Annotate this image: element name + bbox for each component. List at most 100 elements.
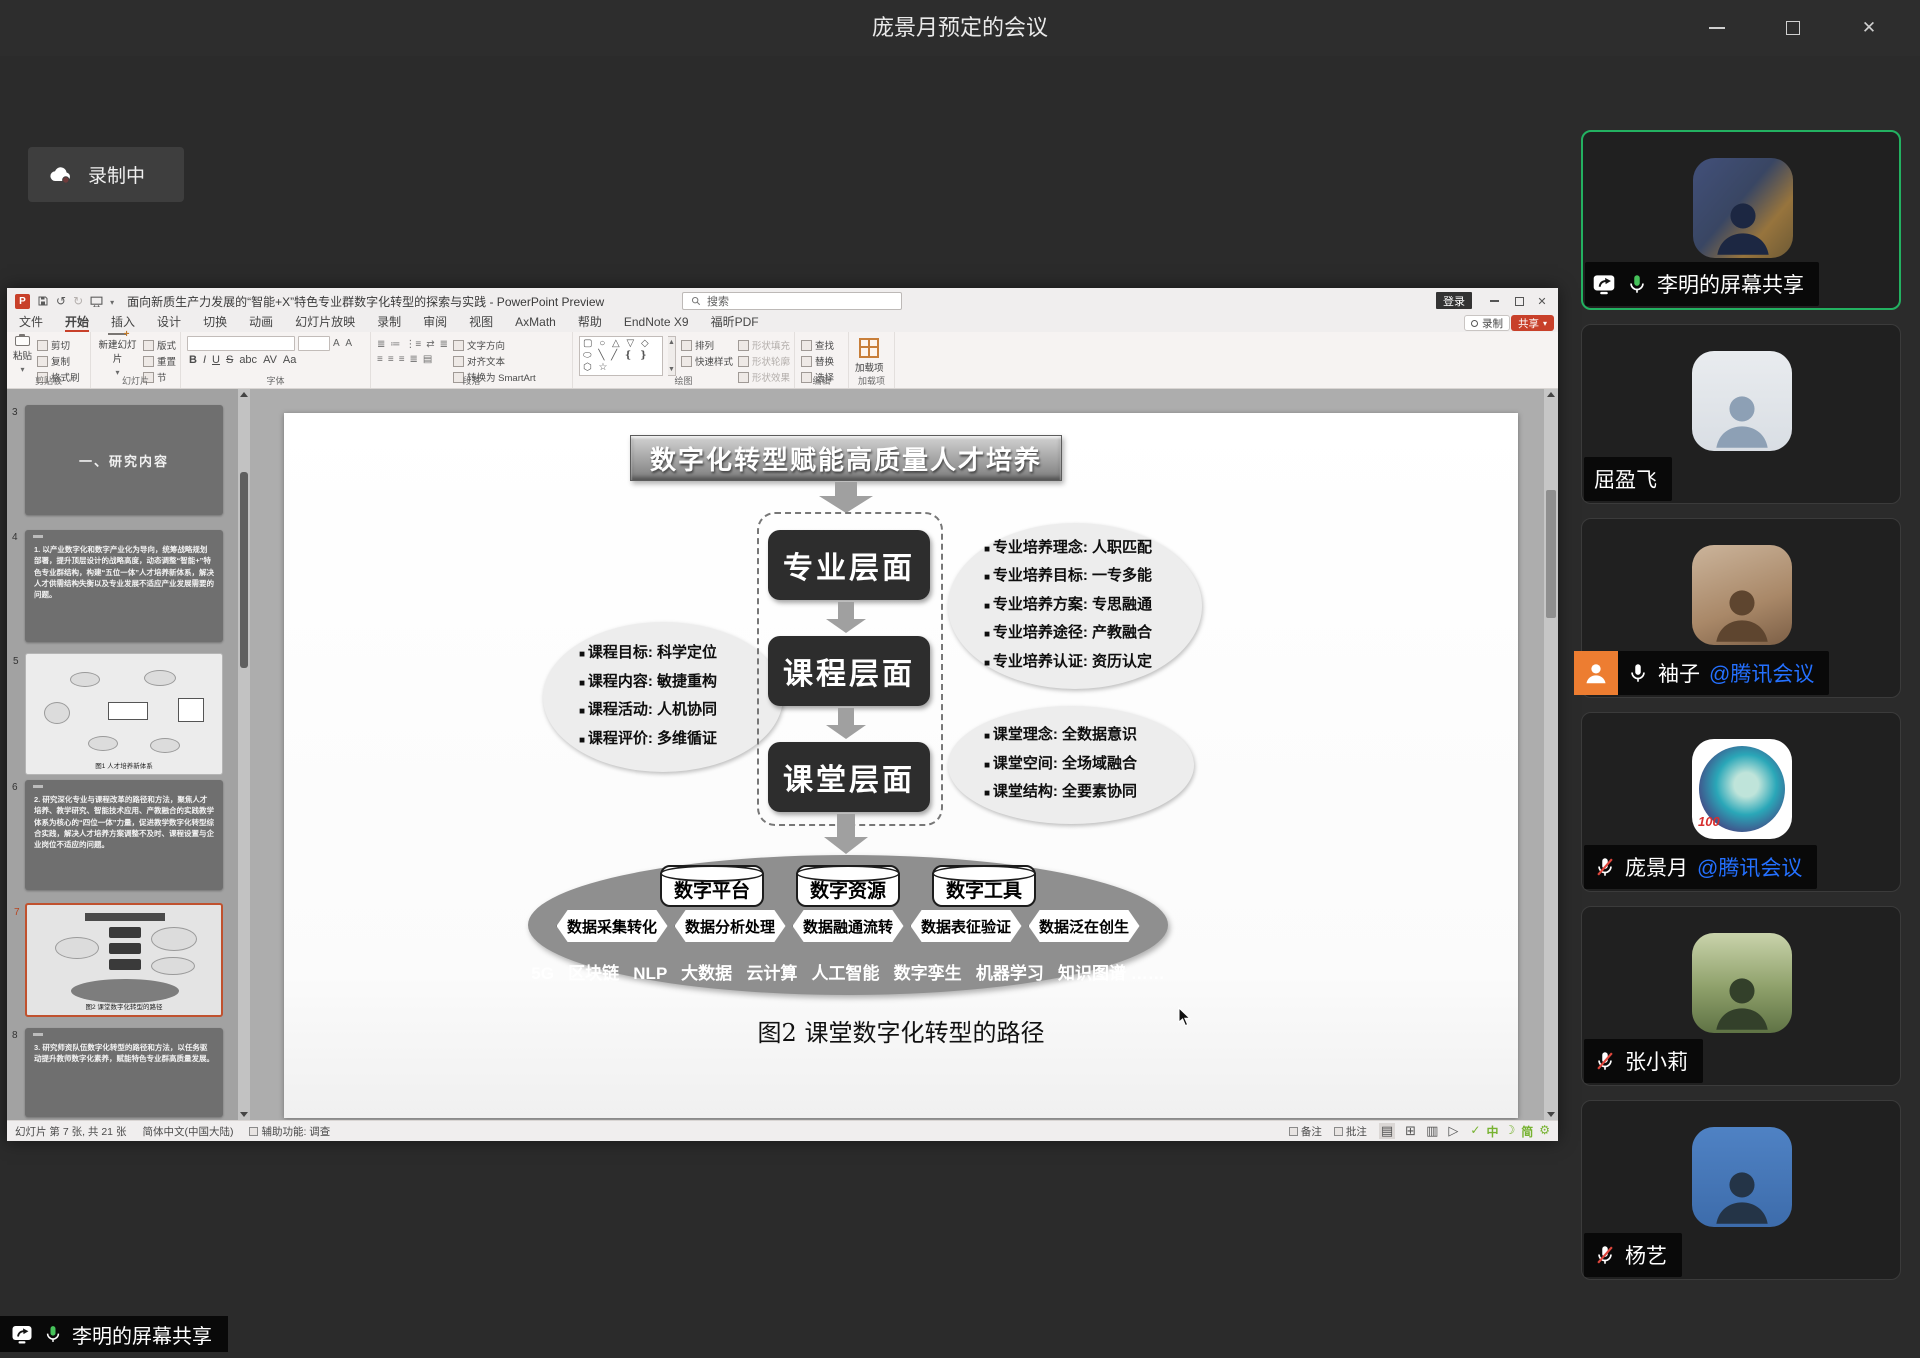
- thumbnail-slide-6[interactable]: 6 2. 研究深化专业与课程改革的路径和方法，聚焦人才培养、教学研究、智能技术应…: [25, 780, 223, 890]
- ime-icon[interactable]: ⚙: [1539, 1123, 1550, 1140]
- slide-scrollbar-thumb[interactable]: [1546, 490, 1556, 618]
- menu-tab[interactable]: 帮助: [578, 314, 602, 332]
- ppt-search-box[interactable]: 搜索: [682, 292, 902, 310]
- menu-tab[interactable]: 开始: [65, 314, 89, 332]
- save-icon[interactable]: [37, 295, 49, 307]
- paragraph-item[interactable]: 对齐文本: [453, 354, 536, 368]
- slide-banner: 数字化转型赋能高质量人才培养: [630, 435, 1062, 481]
- person-icon: [1707, 1161, 1777, 1227]
- ime-icon[interactable]: 中: [1486, 1123, 1498, 1140]
- quick-access-caret-icon[interactable]: [110, 294, 114, 308]
- slide-sorter-icon[interactable]: [1405, 1123, 1416, 1139]
- shape-gallery[interactable]: ▢ ○ △ ▽ ◇ ⬭ ╲ ╱ ❴ ❵ ⬡ ☆: [579, 336, 663, 376]
- ppt-close-button[interactable]: ✕: [1530, 288, 1554, 314]
- thumbnail-slide-5[interactable]: 5 图1 人才培养新体系: [25, 653, 223, 775]
- font-style-button[interactable]: S: [226, 354, 233, 366]
- undo-icon[interactable]: [56, 295, 66, 307]
- slideshow-icon[interactable]: [90, 296, 103, 307]
- minimize-button[interactable]: [1694, 0, 1740, 56]
- menu-tab[interactable]: 录制: [377, 314, 401, 332]
- normal-view-icon[interactable]: [1379, 1123, 1395, 1139]
- slide-item[interactable]: 重置: [143, 354, 176, 368]
- comments-button[interactable]: 批注: [1334, 1124, 1367, 1139]
- menu-tab[interactable]: EndNote X9: [624, 314, 689, 332]
- thumbnail-scrollbar[interactable]: [238, 389, 250, 1120]
- font-style-button[interactable]: B: [189, 354, 197, 366]
- scroll-down-icon[interactable]: [1547, 1112, 1555, 1117]
- menu-tab[interactable]: 设计: [157, 314, 181, 332]
- bullet-line: 专业培养方案: 专思融通: [984, 592, 1202, 621]
- font-style-button[interactable]: abc: [239, 354, 257, 366]
- mic-muted-icon: [1594, 1244, 1616, 1266]
- thumbnail-slide-8[interactable]: 8 3. 研究师资队伍数字化转型的路径和方法，以任务驱动提升教师数字化素养，赋能…: [25, 1028, 223, 1117]
- list-indent-icons[interactable]: ≣≔⋮≡⇄≣: [377, 339, 448, 350]
- close-button[interactable]: ✕: [1846, 0, 1892, 56]
- signin-button[interactable]: 登录: [1436, 292, 1472, 309]
- menu-tab[interactable]: 福昕PDF: [711, 314, 759, 332]
- font-size-icons[interactable]: A A: [333, 338, 354, 349]
- clipboard-item[interactable]: 复制: [37, 354, 80, 368]
- font-style-button[interactable]: Aa: [283, 354, 296, 366]
- paste-button[interactable]: 粘贴: [13, 336, 32, 375]
- font-style-button[interactable]: U: [212, 354, 220, 366]
- font-style-button[interactable]: I: [203, 354, 206, 366]
- ime-status-icons[interactable]: ✓ 中 ☽ 简 ⚙: [1470, 1123, 1550, 1140]
- paragraph-item[interactable]: 文字方向: [453, 338, 536, 352]
- alignment-icons[interactable]: ≡≡≡≣▤: [377, 354, 448, 365]
- participant-tile-yangyi[interactable]: 杨艺: [1581, 1100, 1901, 1280]
- language-status[interactable]: 简体中文(中国大陆): [142, 1124, 233, 1139]
- slide-item[interactable]: 版式: [143, 338, 176, 352]
- bullet-line: 课程活动: 人机协同: [579, 697, 783, 726]
- ppt-minimize-button[interactable]: [1482, 288, 1506, 314]
- menu-tab[interactable]: 动画: [249, 314, 273, 332]
- screen-share-banner[interactable]: 李明的屏幕共享: [0, 1316, 228, 1352]
- ppt-titlebar: P 面向新质生产力发展的“智能+X”特色专业群数字化转型的探索与实践 - Pow…: [7, 288, 1558, 314]
- menu-tab[interactable]: 文件: [19, 314, 43, 332]
- editing-item[interactable]: 查找: [801, 338, 834, 352]
- ppt-restore-button[interactable]: [1507, 288, 1531, 314]
- ime-icon[interactable]: ☽: [1504, 1123, 1515, 1140]
- shape-gallery-scroll[interactable]: ▲▼: [668, 336, 676, 376]
- recording-badge[interactable]: 录制中: [28, 147, 184, 202]
- right-top-bullet-cloud: 专业培养理念: 人职匹配专业培养目标: 一专多能专业培养方案: 专思融通专业培养…: [948, 523, 1202, 689]
- ime-icon[interactable]: ✓: [1470, 1123, 1480, 1140]
- thumbnail-slide-4[interactable]: 4 1. 以产业数字化和数字产业化为导向，统筹战略规划部署，提升顶层设计的战略高…: [25, 530, 223, 642]
- mic-on-icon: [43, 1324, 63, 1344]
- thumbnail-slide-3[interactable]: 3 一、研究内容: [25, 405, 223, 515]
- addins-button[interactable]: 加载项: [855, 336, 884, 375]
- participant-tile-liming-share[interactable]: 李明的屏幕共享: [1581, 130, 1901, 310]
- notes-button[interactable]: 备注: [1289, 1124, 1322, 1139]
- menu-tab[interactable]: 审阅: [423, 314, 447, 332]
- participant-tile-xiuzi[interactable]: 袖子@腾讯会议: [1581, 518, 1901, 698]
- font-style-button[interactable]: AV: [263, 354, 277, 366]
- ppt-record-button[interactable]: 录制: [1464, 315, 1510, 331]
- clipboard-item[interactable]: 剪切: [37, 338, 80, 352]
- slide-canvas[interactable]: 数字化转型赋能高质量人才培养 专业培养理念: 人职匹配专业培养目标: 一专多能专…: [284, 413, 1518, 1118]
- slideshow-view-icon[interactable]: [1448, 1123, 1458, 1139]
- menu-tab[interactable]: AxMath: [515, 314, 556, 332]
- thumbnail-slide-7-selected[interactable]: 7 图2 课堂数字化转型的路径: [25, 903, 223, 1017]
- scroll-up-icon[interactable]: [1547, 392, 1555, 397]
- maximize-button[interactable]: [1770, 0, 1816, 56]
- reading-view-icon[interactable]: [1426, 1123, 1438, 1139]
- ribbon-group-drawing: ▢ ○ △ ▽ ◇ ⬭ ╲ ╱ ❴ ❵ ⬡ ☆ ▲▼ 排列快速样式 形状填充形状…: [573, 332, 795, 388]
- editing-item[interactable]: 替换: [801, 354, 834, 368]
- slide-scrollbar[interactable]: [1544, 389, 1558, 1120]
- participant-tile-zhangxiaoli[interactable]: 张小莉: [1581, 906, 1901, 1086]
- drawing-item[interactable]: 排列: [681, 338, 733, 352]
- menu-tab[interactable]: 视图: [469, 314, 493, 332]
- ime-icon[interactable]: 简: [1521, 1123, 1533, 1140]
- accessibility-status[interactable]: 辅助功能: 调查: [249, 1124, 330, 1139]
- drawing-item[interactable]: 快速样式: [681, 354, 733, 368]
- participant-tile-quyingfei[interactable]: 屈盈飞: [1581, 324, 1901, 504]
- thumbnail-scrollbar-thumb[interactable]: [240, 472, 248, 668]
- menu-tab[interactable]: 切换: [203, 314, 227, 332]
- ppt-share-button[interactable]: 共享: [1511, 315, 1554, 331]
- new-slide-button[interactable]: 新建幻灯片: [97, 336, 138, 375]
- font-name-select[interactable]: [187, 336, 295, 351]
- scroll-up-icon[interactable]: [240, 392, 248, 397]
- scroll-down-icon[interactable]: [240, 1112, 248, 1117]
- participant-tile-pangjingyue[interactable]: 100 庞景月@腾讯会议: [1581, 712, 1901, 892]
- menu-tab[interactable]: 幻灯片放映: [295, 314, 355, 332]
- font-size-select[interactable]: [298, 336, 330, 351]
